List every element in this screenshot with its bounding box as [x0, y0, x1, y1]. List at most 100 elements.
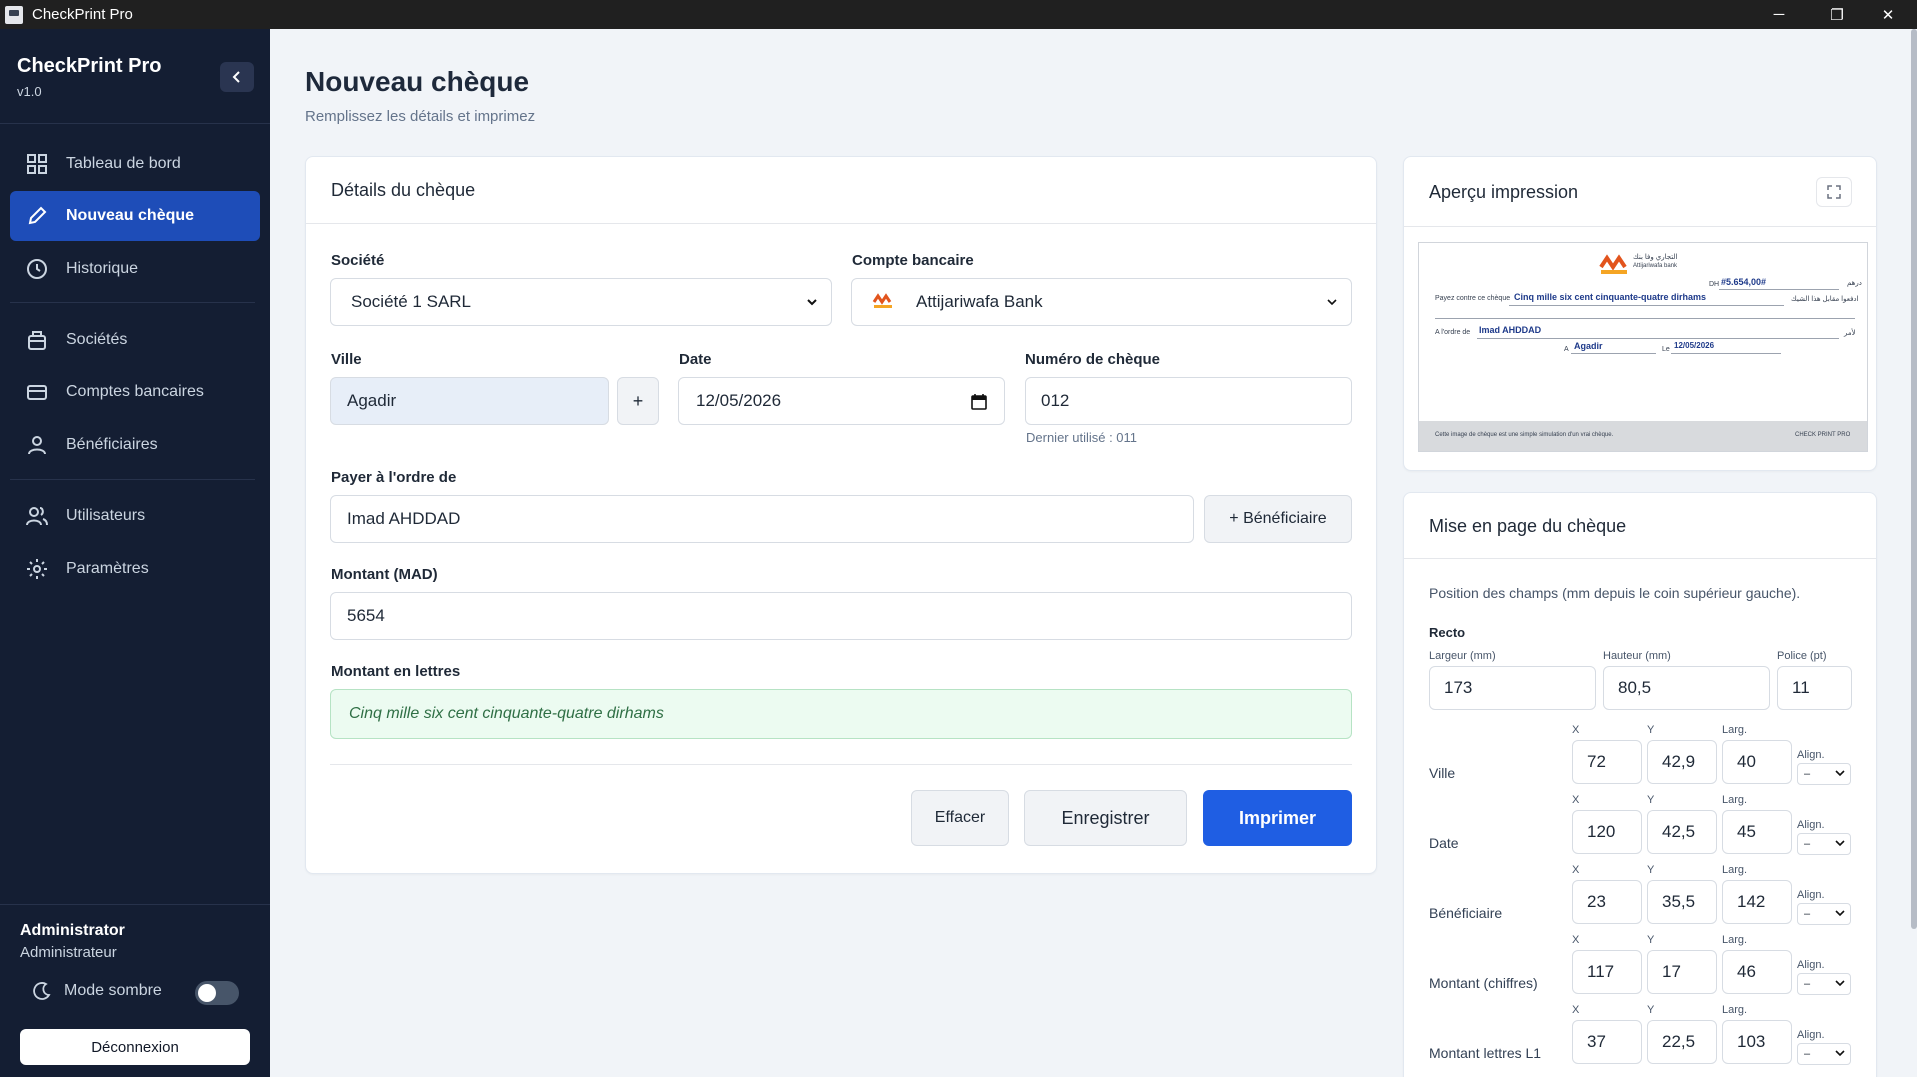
cheque-line — [1435, 318, 1855, 319]
col-align-label: Align. — [1797, 959, 1825, 971]
collapse-sidebar-button[interactable] — [220, 62, 254, 92]
align-select[interactable]: – — [1797, 833, 1851, 855]
payee-label: Payer à l'ordre de — [331, 469, 457, 486]
logout-button[interactable]: Déconnexion — [20, 1029, 250, 1065]
page-scrollbar[interactable] — [1911, 29, 1917, 929]
dark-mode-row: Mode sombre — [32, 981, 162, 1001]
card-title: Mise en page du chèque — [1429, 516, 1627, 536]
amount-words-value: Cinq mille six cent cinquante-quatre dir… — [349, 705, 664, 722]
align-select[interactable]: – — [1797, 763, 1851, 785]
window-title: CheckPrint Pro — [32, 6, 133, 23]
width-col-value: 103 — [1737, 1032, 1766, 1051]
city-value: Agadir — [347, 391, 397, 410]
y-input[interactable]: 42,9 — [1647, 740, 1717, 784]
app-icon — [5, 5, 23, 24]
col-y-label: Y — [1647, 1004, 1655, 1016]
x-input[interactable]: 37 — [1572, 1020, 1642, 1064]
col-y-label: Y — [1647, 724, 1655, 736]
sidebar-item-dashboard[interactable]: Tableau de bord — [10, 139, 260, 189]
sidebar-item-users[interactable]: Utilisateurs — [10, 491, 260, 541]
close-button[interactable]: ✕ — [1859, 0, 1917, 29]
width-col-input[interactable]: 40 — [1722, 740, 1792, 784]
sidebar-item-label: Tableau de bord — [66, 155, 181, 172]
clear-button[interactable]: Effacer — [911, 790, 1009, 846]
width-col-input[interactable]: 45 — [1722, 810, 1792, 854]
width-col-value: 45 — [1737, 822, 1756, 841]
date-input[interactable]: 12/05/2026 — [678, 377, 1005, 425]
width-label: Largeur (mm) — [1429, 650, 1496, 662]
cheque-pay-ar: ادفعوا مقابل هذا الشيك — [1791, 296, 1859, 303]
cheque-number-value: 012 — [1041, 391, 1070, 410]
x-input[interactable]: 72 — [1572, 740, 1642, 784]
dark-mode-label: Mode sombre — [64, 982, 162, 999]
sidebar-item-beneficiaries[interactable]: Bénéficiaires — [10, 420, 260, 470]
add-beneficiary-button[interactable]: + Bénéficiaire — [1204, 495, 1352, 543]
sidebar-item-settings[interactable]: Paramètres — [10, 544, 260, 594]
amount-input[interactable]: 5654 — [330, 592, 1352, 640]
col-x-label: X — [1572, 1004, 1580, 1016]
payee-input[interactable]: Imad AHDDAD — [330, 495, 1194, 543]
divider — [0, 904, 270, 905]
align-select[interactable]: – — [1797, 1043, 1851, 1065]
chevron-down-icon — [1835, 980, 1845, 987]
height-input[interactable]: 80,5 — [1603, 666, 1770, 710]
last-used-hint: Dernier utilisé : 011 — [1026, 430, 1138, 445]
width-col-input[interactable]: 142 — [1722, 880, 1792, 924]
col-y-label: Y — [1647, 934, 1655, 946]
bank-logo-icon — [1599, 254, 1627, 274]
row-label: Date — [1429, 835, 1459, 851]
amount-words-label: Montant en lettres — [331, 663, 461, 680]
x-input[interactable]: 117 — [1572, 950, 1642, 994]
sidebar-item-companies[interactable]: Sociétés — [10, 315, 260, 365]
align-select[interactable]: – — [1797, 903, 1851, 925]
row-label: Montant (chiffres) — [1429, 975, 1538, 991]
row-label: Ville — [1429, 765, 1456, 781]
cheque-footer: Cette image de chèque est une simple sim… — [1419, 421, 1867, 451]
cheque-order-label: A l'ordre de — [1435, 329, 1471, 336]
building-icon — [26, 329, 48, 351]
add-city-button[interactable]: + — [617, 377, 659, 425]
y-input[interactable]: 17 — [1647, 950, 1717, 994]
font-size-input[interactable]: 11 — [1777, 666, 1852, 710]
width-col-input[interactable]: 46 — [1722, 950, 1792, 994]
align-select[interactable]: – — [1797, 973, 1851, 995]
save-button[interactable]: Enregistrer — [1024, 790, 1187, 846]
bank-select[interactable]: Attijariwafa Bank — [851, 278, 1352, 326]
window-titlebar: CheckPrint Pro ─ ❐ ✕ — [0, 0, 1917, 29]
x-input[interactable]: 120 — [1572, 810, 1642, 854]
row-label: Montant lettres L1 — [1429, 1045, 1542, 1061]
y-input[interactable]: 22,5 — [1647, 1020, 1717, 1064]
company-select[interactable]: Société 1 SARL — [330, 278, 832, 326]
sidebar-item-new-cheque[interactable]: Nouveau chèque — [10, 191, 260, 241]
bank-logo-icon — [872, 292, 894, 312]
sidebar-item-bank-accounts[interactable]: Comptes bancaires — [10, 367, 260, 417]
width-input[interactable]: 173 — [1429, 666, 1596, 710]
col-align-label: Align. — [1797, 749, 1825, 761]
page-subtitle: Remplissez les détails et imprimez — [305, 108, 536, 125]
print-button[interactable]: Imprimer — [1203, 790, 1352, 846]
payee-value: Imad AHDDAD — [347, 509, 461, 528]
cheque-number-input[interactable]: 012 — [1025, 377, 1352, 425]
amount-words-box: Cinq mille six cent cinquante-quatre dir… — [330, 689, 1352, 739]
col-y-label: Y — [1647, 864, 1655, 876]
y-input[interactable]: 35,5 — [1647, 880, 1717, 924]
align-value: – — [1804, 768, 1811, 780]
x-value: 72 — [1587, 752, 1606, 771]
brand-version: v1.0 — [17, 84, 42, 99]
maximize-button[interactable]: ❐ — [1808, 0, 1866, 29]
width-col-value: 40 — [1737, 752, 1756, 771]
amount-value: 5654 — [347, 606, 385, 625]
sidebar-item-history[interactable]: Historique — [10, 244, 260, 294]
minimize-button[interactable]: ─ — [1750, 0, 1808, 29]
expand-button[interactable] — [1816, 177, 1852, 207]
sidebar-item-label: Utilisateurs — [66, 507, 146, 524]
city-input[interactable]: Agadir — [330, 377, 609, 425]
dark-mode-toggle[interactable] — [195, 981, 239, 1005]
calendar-icon[interactable] — [970, 393, 988, 411]
y-input[interactable]: 42,5 — [1647, 810, 1717, 854]
sidebar-item-label: Sociétés — [66, 331, 128, 348]
moon-icon — [33, 982, 51, 1000]
width-col-input[interactable]: 103 — [1722, 1020, 1792, 1064]
x-input[interactable]: 23 — [1572, 880, 1642, 924]
cheque-city: Agadir — [1574, 341, 1603, 351]
